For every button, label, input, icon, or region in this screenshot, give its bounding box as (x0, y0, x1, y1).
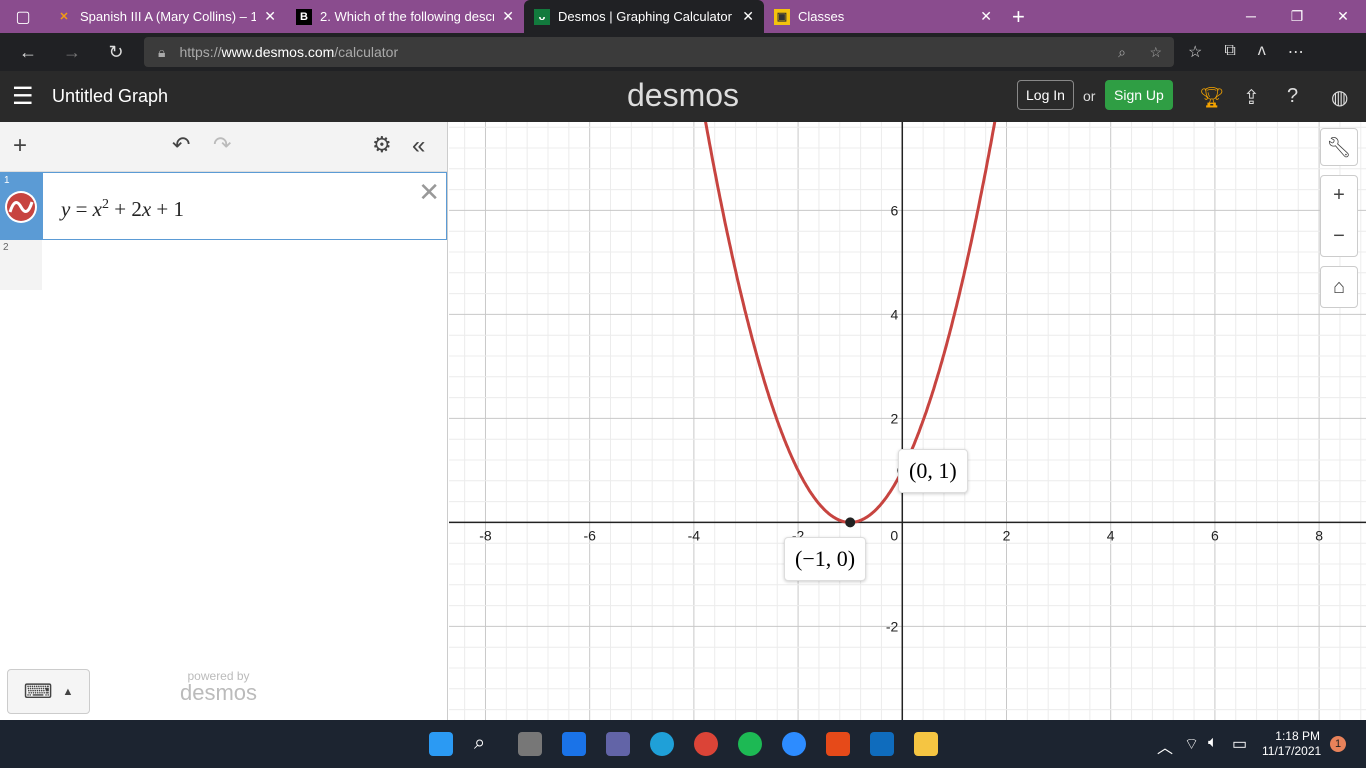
x-logo-icon: ✕ (59, 11, 69, 23)
close-tab-icon[interactable]: ✕ (742, 8, 754, 25)
restore-button[interactable]: ❐ (1274, 8, 1320, 25)
browser-tab-bar: ▢ ✕ Spanish III A (Mary Collins) – 1 - ✕ … (0, 0, 1366, 33)
menu-icon[interactable]: ☰ (12, 82, 34, 111)
zoom-in-button[interactable]: + (1333, 175, 1345, 216)
tab-brainly[interactable]: B 2. Which of the following describ ✕ (286, 0, 524, 33)
task-view-icon[interactable] (518, 732, 542, 756)
language-globe-icon[interactable]: ◍ (1331, 85, 1348, 110)
forward-button[interactable]: → (50, 42, 94, 63)
x-tick-label: 4 (1107, 527, 1115, 543)
graph-canvas[interactable]: -8 -6 -4 -2 0 2 4 6 8-2246 (449, 122, 1366, 720)
close-tab-icon[interactable]: ✕ (980, 8, 992, 25)
tray-chevron-icon[interactable]: ︿ (1157, 734, 1173, 758)
collections-icon[interactable]: ⧉ (1224, 42, 1235, 62)
login-button[interactable]: Log In (1017, 80, 1074, 110)
battery-icon[interactable]: ▭ (1232, 734, 1247, 754)
new-tab-button[interactable]: + (1002, 4, 1035, 30)
help-icon[interactable]: ? (1287, 85, 1298, 108)
expression-panel: + ↶ ↷ ⚙ « 1 y = x2 + 2x + 1 ✕ 2 ⌨ ▲ power… (0, 122, 448, 720)
chrome-icon[interactable] (694, 732, 718, 756)
minimize-button[interactable]: ─ (1228, 8, 1274, 25)
home-icon: ⌂ (1332, 275, 1346, 298)
x-tick-label: 6 (1211, 527, 1219, 543)
x-tick-label: 0 (890, 527, 898, 543)
expression-row-2[interactable]: 2 (0, 240, 447, 290)
clock[interactable]: 1:18 PM 11/17/2021 (1262, 729, 1321, 759)
y-tick-label: 4 (890, 306, 898, 322)
undo-button[interactable]: ↶ (172, 132, 190, 158)
classes-icon: ▣ (774, 8, 790, 25)
search-icon[interactable]: ⌕ (474, 732, 498, 756)
tab-classes[interactable]: ▣ Classes ✕ (764, 0, 1002, 33)
windows-taskbar: ⌕ ︿ ⌔ 🔈︎ ▭ 1:18 PM 11/17/2021 1 (0, 720, 1366, 768)
file-explorer-icon[interactable] (914, 732, 938, 756)
wrench-button[interactable]: 🔧︎ (1320, 128, 1358, 166)
address-bar-row: ← → ↻ 🔒︎ https://www.desmos.com/calculat… (0, 33, 1366, 71)
notification-badge[interactable]: 1 (1330, 736, 1346, 752)
delete-expression-icon[interactable]: ✕ (418, 177, 440, 208)
url-input[interactable]: 🔒︎ https://www.desmos.com/calculator ⌕ ☆ (144, 37, 1174, 67)
point-label-vertex[interactable]: (−1, 0) (784, 537, 867, 581)
or-text: or (1083, 88, 1096, 104)
graph-title[interactable]: Untitled Graph (52, 86, 168, 107)
close-window-button[interactable]: ✕ (1320, 8, 1366, 25)
close-tab-icon[interactable]: ✕ (264, 8, 276, 25)
back-button[interactable]: ← (6, 42, 50, 63)
desmos-header: ☰ Untitled Graph desmos Log In or Sign U… (0, 71, 1366, 122)
wifi-icon[interactable]: ⌔ (1184, 734, 1199, 754)
tab-actions-button[interactable]: ▢ (0, 0, 46, 33)
office-icon[interactable] (826, 732, 850, 756)
tab-spanish[interactable]: ✕ Spanish III A (Mary Collins) – 1 - ✕ (46, 0, 286, 33)
x-tick-label: -6 (583, 527, 596, 543)
settings-gear-icon[interactable]: ⚙ (372, 132, 392, 158)
start-icon[interactable] (429, 732, 453, 756)
keyboard-toggle-button[interactable]: ⌨ ▲ (7, 669, 90, 714)
redo-button[interactable]: ↷ (213, 132, 231, 158)
graph-paper[interactable]: -8 -6 -4 -2 0 2 4 6 8 -2 2 4 6 🔧︎ + − ⌂ (−1, 0) (0, … (449, 122, 1366, 720)
powered-by-desmos: powered by desmos (180, 669, 258, 705)
x-tick-label: 8 (1315, 527, 1323, 543)
trophy-icon[interactable]: 🏆︎ (1199, 85, 1224, 110)
expression-input[interactable]: y = x2 + 2x + 1 (43, 173, 202, 239)
zoom-icon[interactable]: ⌕ (1118, 44, 1126, 61)
collapse-panel-button[interactable]: « (412, 132, 425, 160)
add-item-button[interactable]: + (13, 132, 27, 160)
caret-up-icon: ▲ (62, 685, 74, 698)
tab-desmos[interactable]: ᴗ Desmos | Graphing Calculator ✕ (524, 0, 764, 33)
home-button[interactable]: ⌂ (1320, 266, 1358, 308)
close-tab-icon[interactable]: ✕ (502, 8, 514, 25)
store-icon[interactable] (870, 732, 894, 756)
y-tick-label: 2 (890, 410, 898, 426)
point-marker (845, 517, 856, 528)
y-tick-label: -2 (886, 618, 899, 634)
volume-icon[interactable]: 🔈︎ (1208, 734, 1218, 752)
spotify-icon[interactable] (738, 732, 762, 756)
zoom-controls: + − (1320, 175, 1358, 257)
signup-button[interactable]: Sign Up (1105, 80, 1173, 110)
refresh-button[interactable]: ↻ (94, 42, 138, 63)
share-icon[interactable]: ⇪ (1243, 85, 1260, 110)
brainly-icon: B (296, 8, 312, 25)
keyboard-icon: ⌨ (23, 681, 53, 703)
point-label-y-intercept[interactable]: (0, 1) (898, 449, 968, 493)
more-menu-icon[interactable]: ⋯ (1288, 42, 1304, 62)
favorite-add-icon[interactable]: ☆ (1149, 44, 1162, 61)
desmos-icon: ᴗ (534, 8, 550, 25)
x-tick-label: -8 (479, 527, 492, 543)
favorites-icon[interactable]: ☆ (1188, 42, 1202, 62)
zoom-out-button[interactable]: − (1333, 216, 1345, 257)
lock-icon: 🔒︎ (158, 43, 166, 60)
edge-icon[interactable] (650, 732, 674, 756)
wrench-icon: 🔧︎ (1326, 136, 1352, 159)
teams-chat-icon[interactable] (606, 732, 630, 756)
expression-toolbar: + ↶ ↷ ⚙ « (0, 122, 447, 172)
graph-color-toggle-icon[interactable] (4, 190, 38, 224)
zoom-app-icon[interactable] (782, 732, 806, 756)
x-tick-label: -4 (688, 527, 701, 543)
x-tick-label: 2 (1003, 527, 1011, 543)
widgets-icon[interactable] (562, 732, 586, 756)
y-tick-label: 6 (890, 202, 898, 218)
expression-row-1[interactable]: 1 y = x2 + 2x + 1 ✕ (0, 172, 447, 240)
profile-avatar[interactable]: ᴧ (1258, 42, 1266, 62)
